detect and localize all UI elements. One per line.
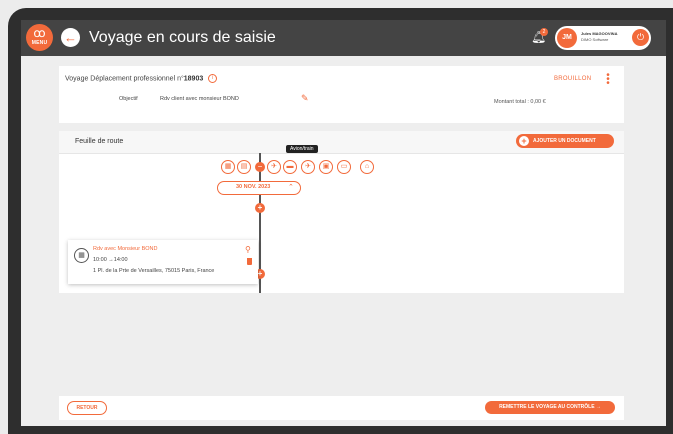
top-bar: ꝏ MENU ← Voyage en cours de saisie 🔔︎ 2 … xyxy=(21,20,666,56)
car-icon[interactable]: ▬ xyxy=(283,160,297,174)
chevron-up-icon: ⌃ xyxy=(288,184,294,191)
add-document-label: AJOUTER UN DOCUMENT xyxy=(533,138,596,144)
note-icon[interactable]: ▤ xyxy=(237,160,251,174)
route-title: Feuille de route xyxy=(75,138,124,145)
info-icon[interactable]: i xyxy=(208,74,218,83)
collapse-minus-icon[interactable]: − xyxy=(255,162,265,172)
app-screen: ꝏ MENU ← Voyage en cours de saisie 🔔︎ 2 … xyxy=(21,20,666,426)
voyage-title: Voyage Déplacement professionnel n°18903… xyxy=(65,74,218,83)
status-badge: BROUILLON xyxy=(554,76,592,82)
trash-icon[interactable] xyxy=(247,258,252,265)
edit-pencil-icon[interactable]: ✎ xyxy=(301,94,310,103)
footer-bar: RETOUR REMETTRE LE VOYAGE AU CONTRÔLE → xyxy=(59,396,624,420)
route-header: Feuille de route + AJOUTER UN DOCUMENT xyxy=(59,131,624,154)
event-card[interactable]: ▦ Rdv avec Monsieur BOND 10:00 →14:00 1 … xyxy=(68,240,258,284)
objective-value: Rdv client avec monsieur BOND xyxy=(160,96,239,102)
user-menu[interactable]: JM Jules MAGOOVINA DIMO Software ⏻ xyxy=(555,26,651,50)
event-address: 1 Pl. de la Prte de Versailles, 75015 Pa… xyxy=(93,268,215,274)
bus-icon[interactable]: ▣ xyxy=(319,160,333,174)
submit-voyage-button[interactable]: REMETTRE LE VOYAGE AU CONTRÔLE → xyxy=(485,401,615,414)
total-amount: Montant total : 0,00 € xyxy=(494,99,546,105)
more-options-icon[interactable]: • • • xyxy=(605,71,611,89)
add-step-button[interactable]: + xyxy=(255,203,265,213)
user-name: Jules MAGOOVINA xyxy=(581,31,618,36)
search-icon[interactable]: ⚲ xyxy=(245,245,251,254)
plus-icon: + xyxy=(519,136,529,146)
date-label: 30 NOV. 2023 xyxy=(236,184,271,190)
tooltip: Avion/train xyxy=(286,145,318,153)
user-company: DIMO Software xyxy=(581,37,609,42)
avatar: JM xyxy=(557,28,577,48)
event-title[interactable]: Rdv avec Monsieur BOND xyxy=(93,246,158,252)
voyage-summary-card: Voyage Déplacement professionnel n°18903… xyxy=(59,66,624,123)
add-document-button[interactable]: + AJOUTER UN DOCUMENT xyxy=(516,134,614,148)
back-button[interactable]: RETOUR xyxy=(67,401,107,415)
calendar-icon: ▦ xyxy=(74,248,89,263)
menu-label: MENU xyxy=(31,40,48,46)
device-frame: ꝏ MENU ← Voyage en cours de saisie 🔔︎ 2 … xyxy=(0,0,673,434)
menu-button[interactable]: ꝏ MENU xyxy=(26,24,53,51)
power-icon[interactable]: ⏻ xyxy=(632,29,649,46)
voyage-number: 18903 xyxy=(183,75,204,83)
plane-train-icon[interactable]: ✈ xyxy=(301,160,315,174)
page-title: Voyage en cours de saisie xyxy=(89,29,276,46)
taxi-icon[interactable]: ▭ xyxy=(337,160,351,174)
notification-badge: 2 xyxy=(540,28,548,36)
back-arrow-button[interactable]: ← xyxy=(61,28,80,47)
date-selector[interactable]: 30 NOV. 2023 ⌃ xyxy=(217,181,301,195)
menu-logo-icon: ꝏ xyxy=(33,26,46,40)
calendar-icon[interactable]: ▦ xyxy=(221,160,235,174)
voyage-title-prefix: Voyage Déplacement professionnel n° xyxy=(65,75,184,83)
objective-label: Objectif xyxy=(119,96,138,102)
route-sheet-card: Feuille de route + AJOUTER UN DOCUMENT ▦… xyxy=(59,131,624,293)
event-time: 10:00 →14:00 xyxy=(93,257,128,263)
hotel-icon[interactable]: ⌂ xyxy=(360,160,374,174)
plane-icon[interactable]: ✈ xyxy=(267,160,281,174)
